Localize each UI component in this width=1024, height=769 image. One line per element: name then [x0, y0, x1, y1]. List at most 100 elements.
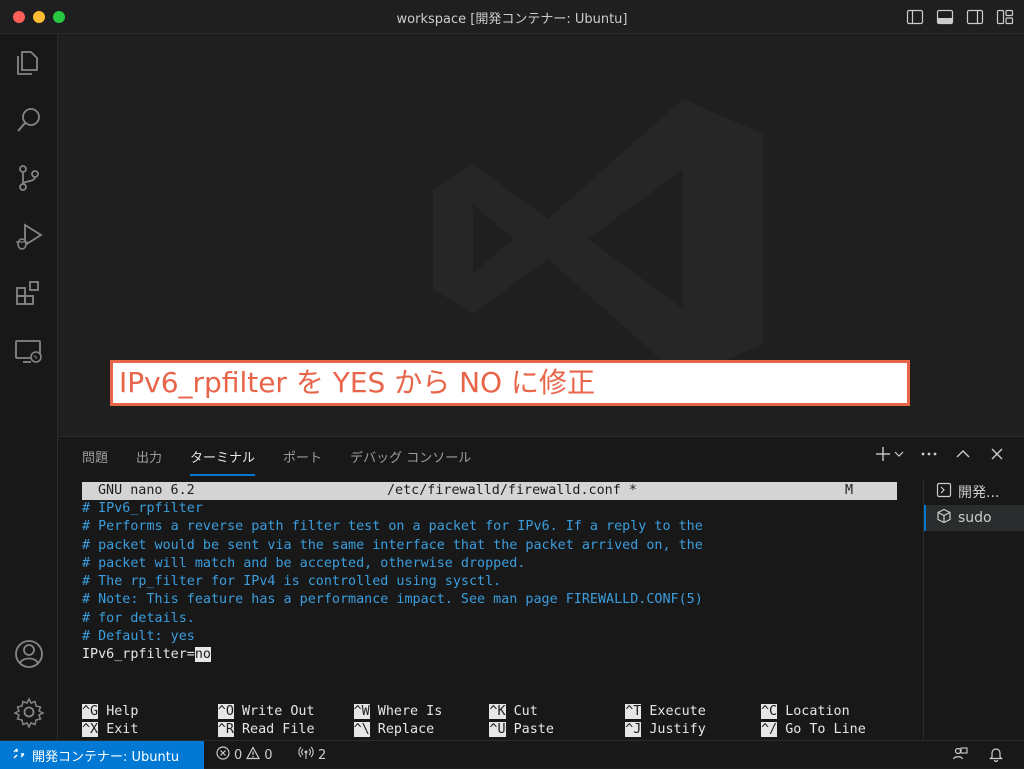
shortcut-key: ^K	[489, 704, 506, 719]
nano-shortcut: ^C Location	[761, 703, 850, 721]
terminal-list: 開発... sudo	[923, 479, 1024, 741]
panel-tab[interactable]: ポート	[283, 447, 322, 476]
error-icon	[216, 746, 230, 764]
ports-indicator[interactable]: 2	[298, 746, 326, 764]
nano-shortcut: ^G Help	[82, 703, 138, 721]
vscode-logo-watermark-icon	[428, 89, 773, 389]
nano-shortcut: ^U Paste	[489, 721, 554, 739]
close-panel-icon[interactable]	[988, 445, 1006, 463]
explorer-icon[interactable]	[13, 46, 45, 78]
search-icon[interactable]	[13, 104, 45, 136]
container-icon	[936, 508, 952, 528]
activity-bar	[0, 34, 58, 740]
nano-shortcut: ^K Cut	[489, 703, 538, 721]
terminal-icon	[936, 482, 952, 502]
title-bar: workspace [開発コンテナー: Ubuntu]	[0, 0, 1024, 34]
shortcut-key: ^\	[353, 722, 370, 738]
terminal-list-label: sudo	[958, 510, 992, 526]
shortcut-label: Exit	[106, 722, 139, 738]
nano-shortcut: ^T Execute	[625, 703, 706, 721]
shortcut-key: ^G	[82, 704, 99, 719]
shortcut-label: Write Out	[241, 704, 315, 719]
setting-value-cursor: no	[194, 647, 211, 663]
panel-tab[interactable]: デバッグ コンソール	[350, 447, 471, 476]
shortcut-key: ^/	[761, 722, 778, 738]
nano-shortcut: ^R Read File	[217, 721, 315, 739]
new-terminal-icon[interactable]	[874, 445, 892, 463]
panel-tab[interactable]: 問題	[82, 447, 108, 476]
shortcut-key: ^R	[217, 722, 234, 738]
terminal-list-item[interactable]: sudo	[924, 505, 1024, 531]
shortcut-key: ^X	[82, 722, 99, 738]
warning-count: 0	[264, 747, 273, 763]
run-debug-icon[interactable]	[13, 220, 45, 252]
broadcast-icon	[298, 746, 314, 764]
config-comment-line: # for details.	[82, 610, 195, 626]
config-comment-line: # The rp_filter for IPv4 is controlled u…	[82, 574, 502, 590]
remote-explorer-icon[interactable]	[13, 336, 45, 368]
extensions-icon[interactable]	[13, 278, 45, 310]
config-comment-line: # Note: This feature has a performance i…	[82, 592, 703, 608]
remote-label: 開発コンテナー: Ubuntu	[32, 749, 180, 765]
terminal-dropdown-icon[interactable]	[894, 445, 904, 463]
maximize-panel-icon[interactable]	[954, 445, 972, 463]
shortcut-label: Help	[106, 704, 139, 719]
shortcut-label: Read File	[241, 722, 315, 738]
config-comment-line: # packet would be sent via the same inte…	[82, 537, 703, 553]
window-title: workspace [開発コンテナー: Ubuntu]	[396, 12, 628, 27]
nano-file-path: /etc/firewalld/firewalld.conf *	[387, 483, 637, 498]
toggle-secondary-sidebar-icon[interactable]	[966, 8, 984, 26]
shortcut-label: Paste	[513, 722, 554, 738]
terminal-list-label: 開発...	[958, 485, 1000, 501]
setting-key: IPv6_rpfilter=	[82, 647, 195, 663]
shortcut-key: ^W	[353, 704, 370, 719]
ports-count: 2	[318, 747, 327, 763]
nano-shortcut: ^W Where Is	[353, 703, 443, 721]
remote-icon	[12, 746, 26, 764]
panel-tab[interactable]: 出力	[136, 447, 162, 476]
notifications-bell-icon[interactable]	[988, 746, 1004, 762]
terminal-list-item[interactable]: 開発...	[924, 479, 1024, 505]
more-actions-icon[interactable]	[920, 445, 938, 463]
remote-indicator[interactable]: 開発コンテナー: Ubuntu	[0, 741, 204, 769]
status-bar: 開発コンテナー: Ubuntu 0 0 2	[0, 740, 1024, 769]
manage-gear-icon[interactable]	[13, 696, 45, 729]
nano-shortcut: ^J Justify	[625, 721, 706, 739]
shortcut-label: Justify	[649, 722, 706, 738]
nano-modified-flag: M	[845, 483, 854, 498]
shortcut-key: ^U	[489, 722, 506, 738]
shortcut-key: ^T	[625, 704, 642, 719]
accounts-icon[interactable]	[13, 638, 45, 670]
nano-shortcut: ^/ Go To Line	[761, 721, 866, 739]
bottom-panel: 問題 出力 ターミナル ポート デバッグ コンソール GNU nano 6.2 /etc…	[58, 436, 1024, 741]
shortcut-key: ^J	[625, 722, 642, 738]
customize-layout-icon[interactable]	[996, 8, 1014, 26]
config-comment-line: # packet will match and be accepted, oth…	[82, 555, 526, 571]
nano-shortcut: ^O Write Out	[217, 703, 315, 721]
config-comment-line: # Default: yes	[82, 629, 195, 645]
annotation-callout: IPv6_rpfilter を YES から NO に修正	[110, 360, 910, 406]
setting-line: IPv6_rpfilter=no	[82, 646, 897, 664]
nano-shortcut: ^\ Replace	[353, 721, 435, 739]
shortcut-key: ^C	[761, 704, 778, 719]
config-comment-line: # Performs a reverse path filter test on…	[82, 519, 703, 535]
shortcut-label: Cut	[513, 704, 538, 719]
panel-tab[interactable]: ターミナル	[190, 447, 256, 476]
shortcut-key: ^O	[217, 704, 234, 719]
nano-header: GNU nano 6.2 /etc/firewalld/firewalld.co…	[82, 482, 897, 500]
problems-indicator[interactable]: 0 0	[216, 746, 273, 764]
toggle-panel-icon[interactable]	[936, 8, 954, 26]
error-count: 0	[234, 747, 243, 763]
toggle-primary-sidebar-icon[interactable]	[906, 8, 924, 26]
nano-shortcut: ^X Exit	[82, 721, 138, 739]
config-comment-line: # IPv6_rpfilter	[82, 501, 203, 516]
shortcut-label: Replace	[377, 722, 435, 738]
shortcut-label: Where Is	[377, 704, 443, 719]
shortcut-label: Execute	[649, 704, 706, 719]
shortcut-label: Location	[785, 704, 850, 719]
shortcut-label: Go To Line	[785, 722, 866, 738]
terminal-view[interactable]: GNU nano 6.2 /etc/firewalld/firewalld.co…	[82, 482, 897, 739]
source-control-icon[interactable]	[13, 162, 45, 194]
feedback-icon[interactable]	[952, 746, 968, 762]
nano-version: GNU nano 6.2	[98, 483, 195, 498]
